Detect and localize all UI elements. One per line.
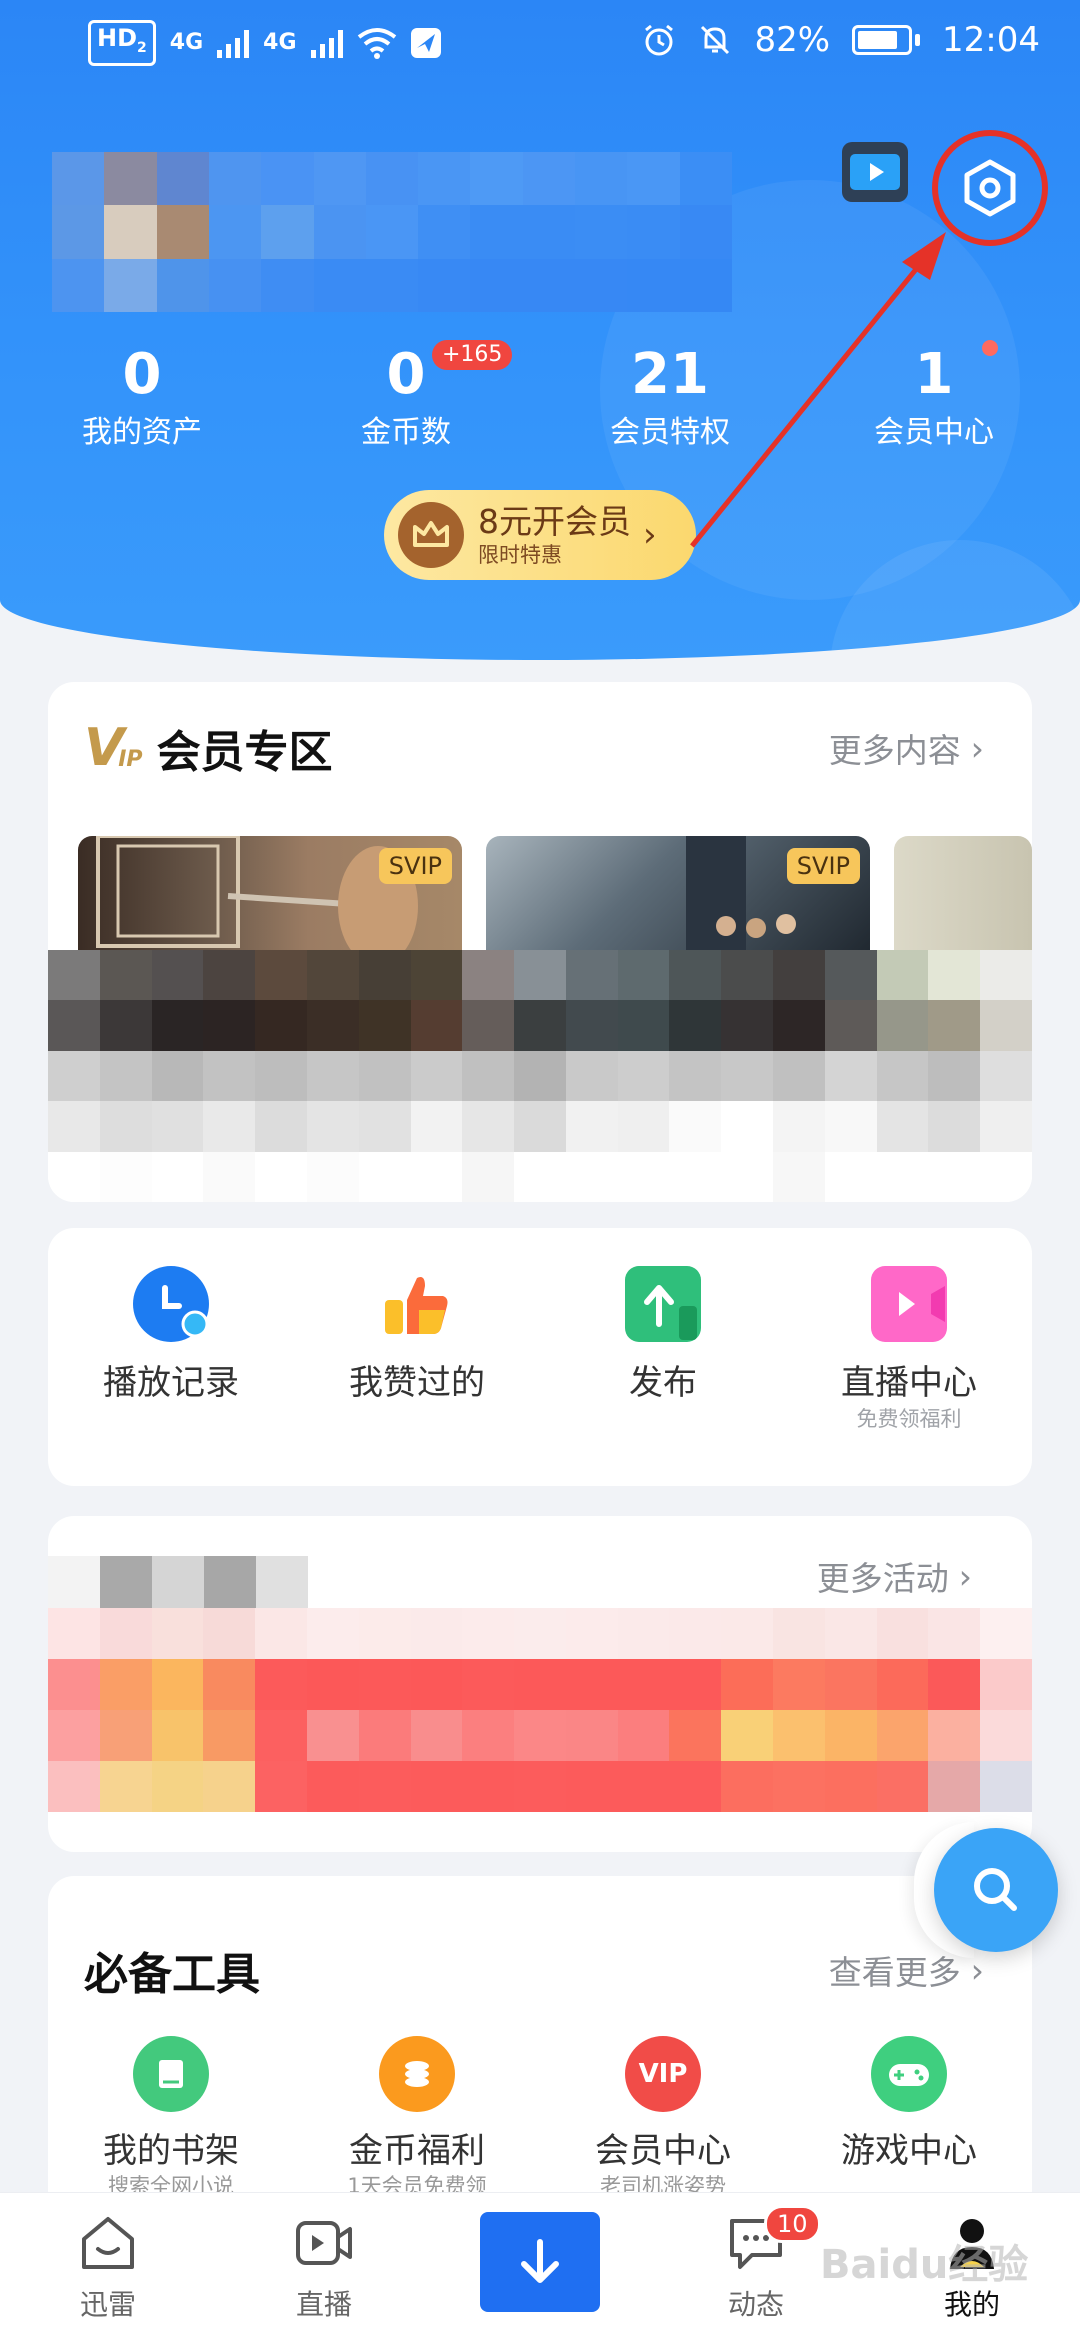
vip-promo-subtitle: 限时特惠: [478, 543, 562, 567]
chevron-right-icon: ›: [643, 515, 657, 555]
thumbs-up-icon: [379, 1266, 455, 1342]
bookshelf-tool[interactable]: 我的书架 搜索全网小说: [48, 2036, 294, 2196]
tool-label: 我的书架: [103, 2131, 239, 2171]
stat-value: 0: [122, 342, 162, 407]
live-camera-icon: [871, 1266, 947, 1342]
stat-coins[interactable]: 0 金币数 +165: [274, 340, 538, 456]
signal-icon: [217, 28, 250, 58]
stat-value: 1: [914, 342, 954, 407]
publish-button[interactable]: 发布: [540, 1266, 786, 1434]
blurred-activity-title: [48, 1556, 308, 1608]
book-icon: [133, 2036, 209, 2112]
video-camera-icon: [292, 2211, 356, 2275]
tool-label: 金币福利: [349, 2131, 485, 2171]
signal-label: 4G: [169, 30, 204, 56]
quick-action-label: 直播中心: [841, 1363, 977, 1403]
svip-badge: SVIP: [378, 848, 452, 884]
vip-video-carousel: SVIP SVIP: [78, 836, 1032, 956]
download-button[interactable]: [480, 2212, 600, 2312]
download-arrow-icon: [521, 2239, 559, 2283]
quick-action-label: 发布: [629, 1363, 697, 1403]
vip-logo-icon: V IP: [84, 718, 143, 778]
quick-action-label: 我赞过的: [349, 1363, 485, 1403]
vip-icon: VIP: [625, 2036, 701, 2112]
stat-label: 金币数: [361, 415, 451, 450]
chevron-right-icon: ›: [970, 728, 984, 768]
tv-cast-button[interactable]: [842, 142, 908, 202]
stat-vip-center[interactable]: 1 会员中心: [802, 340, 1066, 456]
stats-row: 0 我的资产 0 金币数 +165 21 会员特权 1 会员中心: [0, 340, 1080, 456]
essential-tools-card: 必备工具 查看更多 › 我的书架 搜索全网小说 金币福利 1天会员免费领 VIP …: [48, 1876, 1032, 2216]
more-content-link[interactable]: 更多内容 ›: [829, 724, 984, 772]
alarm-icon: [645, 24, 674, 56]
quick-actions-card: 播放记录 我赞过的 发布 直播中心 免费领福利: [48, 1228, 1032, 1486]
stat-label: 会员中心: [874, 415, 994, 450]
battery-icon: [852, 25, 921, 55]
quick-action-label: 播放记录: [103, 1363, 239, 1403]
blurred-user-info: [52, 152, 732, 312]
coin-benefits-tool[interactable]: 金币福利 1天会员免费领: [294, 2036, 540, 2196]
status-bar: HD2 4G 4G 82% 12:04: [0, 0, 1080, 80]
stat-label: 我的资产: [82, 415, 202, 450]
play-icon: [850, 154, 900, 190]
profile-header: HD2 4G 4G 82% 12:04 0 我的资产 0 金币数 +165 21…: [0, 0, 1080, 660]
wifi-icon: [357, 27, 396, 59]
vip-zone-card: V IP 会员专区 更多内容 › SVIP SVIP: [48, 682, 1032, 1202]
hd-indicator: HD2: [88, 20, 156, 66]
floating-search-button[interactable]: [934, 1828, 1058, 1952]
gamepad-icon: [871, 2036, 947, 2112]
activity-banner[interactable]: [48, 1608, 1032, 1812]
vip-zone-title: 会员专区: [156, 727, 333, 778]
vip-promo-title: 8元开会员: [478, 502, 631, 541]
stat-value: 21: [631, 342, 709, 407]
chevron-right-icon: ›: [958, 1556, 972, 1596]
upload-icon: [625, 1266, 701, 1342]
notification-count-badge: 10: [764, 2205, 821, 2243]
svip-badge: SVIP: [786, 848, 860, 884]
video-thumbnail[interactable]: SVIP: [486, 836, 870, 956]
settings-button[interactable]: [932, 130, 1048, 246]
coins-icon: [379, 2036, 455, 2112]
coin-gain-badge: +165: [432, 340, 513, 370]
liked-button[interactable]: 我赞过的: [294, 1266, 540, 1434]
hexagon-settings-icon: [964, 159, 1016, 217]
quick-action-sublabel: 免费领福利: [856, 1407, 962, 1431]
nav-xunlei[interactable]: 迅雷: [0, 2193, 216, 2340]
video-thumbnail[interactable]: [894, 836, 1032, 956]
search-icon: [974, 1868, 1017, 1911]
stat-privileges[interactable]: 21 会员特权: [538, 340, 802, 456]
signal-icon: [310, 28, 343, 58]
play-history-button[interactable]: 播放记录: [48, 1266, 294, 1434]
game-center-tool[interactable]: 游戏中心: [786, 2036, 1032, 2196]
video-thumbnail[interactable]: SVIP: [78, 836, 462, 956]
vip-center-tool[interactable]: VIP 会员中心 老司机涨姿势: [540, 2036, 786, 2196]
home-smile-icon: [76, 2211, 140, 2275]
tools-title: 必备工具: [84, 1949, 260, 2000]
clock-icon: [133, 1266, 209, 1342]
battery-percent: 82%: [754, 20, 831, 60]
signal-label: 4G: [263, 30, 297, 56]
stat-label: 会员特权: [610, 415, 730, 450]
bird-app-icon: [410, 27, 441, 58]
tool-label: 会员中心: [595, 2131, 731, 2171]
nav-label: 迅雷: [79, 2288, 136, 2321]
nav-label: 直播: [295, 2288, 352, 2321]
notification-dot: [982, 340, 998, 356]
blurred-video-titles: [48, 950, 1032, 1202]
nav-live[interactable]: 直播: [216, 2193, 432, 2340]
clock-time: 12:04: [942, 20, 1040, 60]
live-center-button[interactable]: 直播中心 免费领福利: [786, 1266, 1032, 1434]
tool-label: 游戏中心: [841, 2131, 977, 2171]
stat-assets[interactable]: 0 我的资产: [10, 340, 274, 456]
more-activities-link[interactable]: 更多活动 ›: [817, 1552, 972, 1600]
crown-icon: [398, 502, 464, 568]
open-vip-button[interactable]: 8元开会员 限时特惠 ›: [384, 490, 696, 580]
activities-card: 更多活动 ›: [48, 1516, 1032, 1852]
mute-icon: [701, 25, 730, 55]
watermark: Baidu经验: [820, 2242, 1029, 2288]
